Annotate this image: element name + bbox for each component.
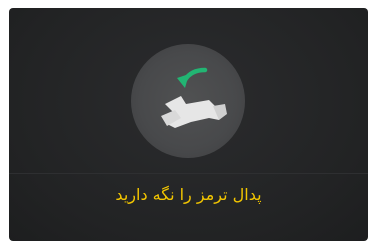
brake-pedal-indicator	[131, 44, 245, 158]
instruction-text: پدال ترمز را نگه دارید	[115, 185, 262, 204]
divider	[9, 173, 368, 174]
brake-pedal-press-icon	[161, 67, 227, 128]
dashboard-display: پدال ترمز را نگه دارید	[9, 8, 368, 241]
